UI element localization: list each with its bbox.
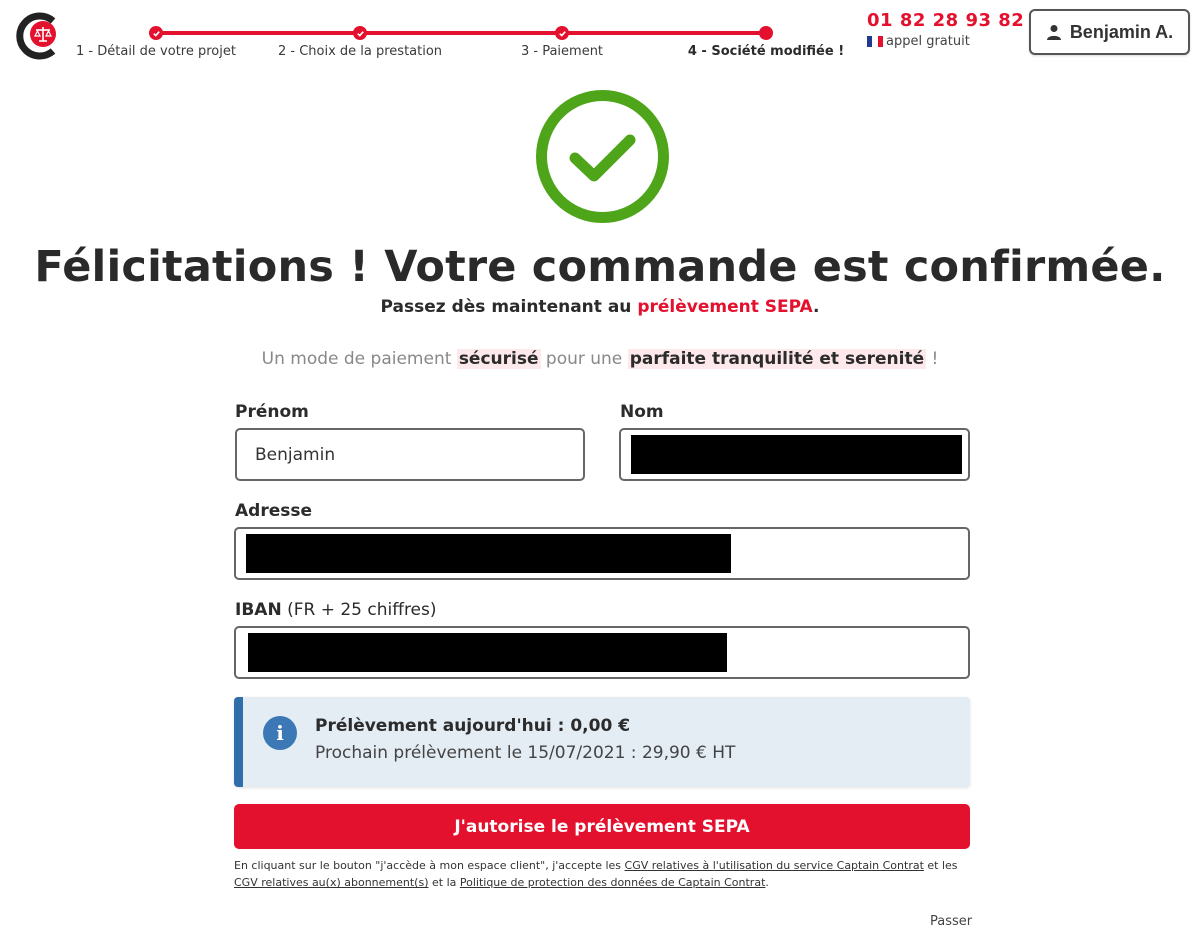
privacy-policy-link[interactable]: Politique de protection des données de C… xyxy=(460,876,766,889)
nom-label: Nom xyxy=(620,402,664,422)
step-2-done-icon xyxy=(353,26,367,40)
iban-label-text: IBAN xyxy=(235,600,282,620)
nom-redaction xyxy=(631,435,962,474)
step-1-label: 1 - Détail de votre projet xyxy=(76,44,236,59)
legal-text-3: et la xyxy=(428,876,460,889)
step-3-done-icon xyxy=(555,26,569,40)
step-3-label: 3 - Paiement xyxy=(520,44,604,59)
billing-today: Prélèvement aujourd'hui : 0,00 € xyxy=(315,716,631,736)
subtitle-prefix: Passez dès maintenant au xyxy=(380,297,638,317)
prenom-label: Prénom xyxy=(235,402,309,422)
subtitle-accent: prélèvement SEPA xyxy=(637,297,813,317)
info-icon: i xyxy=(263,716,297,750)
billing-info-box: i Prélèvement aujourd'hui : 0,00 € Proch… xyxy=(234,697,970,787)
step-2-label: 2 - Choix de la prestation xyxy=(277,44,443,59)
user-name: Benjamin A. xyxy=(1069,21,1174,42)
payment-tagline: Un mode de paiement sécurisé pour une pa… xyxy=(0,349,1200,369)
tagline-highlight-tranquility: parfaite tranquilité et serenité xyxy=(627,349,927,369)
success-check-icon xyxy=(534,88,671,225)
step-1-done-icon xyxy=(149,26,163,40)
cgv-subscription-link[interactable]: CGV relatives au(x) abonnement(s) xyxy=(234,876,429,889)
step-4-current-icon xyxy=(759,26,773,40)
phone-note: appel gratuit xyxy=(867,34,1024,49)
tagline-highlight-secure: sécurisé xyxy=(456,349,541,369)
cgv-service-link[interactable]: CGV relatives à l'utilisation du service… xyxy=(625,859,924,872)
prenom-input[interactable] xyxy=(235,428,585,481)
adresse-label: Adresse xyxy=(235,501,313,521)
phone-number[interactable]: 01 82 28 93 82 xyxy=(867,10,1024,31)
legal-text-1: En cliquant sur le bouton "j'accède à mo… xyxy=(234,859,625,872)
legal-text-2: et les xyxy=(923,859,958,872)
adresse-redaction xyxy=(246,534,731,573)
user-account-button[interactable]: Benjamin A. xyxy=(1029,9,1190,55)
legal-disclaimer: En cliquant sur le bouton "j'accède à mo… xyxy=(234,857,970,891)
progress-track xyxy=(156,31,766,35)
tagline-part-1: Un mode de paiement xyxy=(261,349,457,369)
page-title: Félicitations ! Votre commande est confi… xyxy=(34,242,1166,292)
billing-next: Prochain prélèvement le 15/07/2021 : 29,… xyxy=(315,743,736,763)
authorize-sepa-button[interactable]: J'autorise le prélèvement SEPA xyxy=(234,804,970,849)
iban-hint: (FR + 25 chiffres) xyxy=(281,600,437,620)
skip-link[interactable]: Passer xyxy=(930,914,972,929)
tagline-part-2: pour une xyxy=(540,349,628,369)
france-flag-icon xyxy=(867,36,883,47)
user-icon xyxy=(1046,25,1061,40)
captain-contrat-logo[interactable] xyxy=(14,12,62,60)
iban-redaction xyxy=(248,633,727,672)
subtitle-suffix: . xyxy=(812,297,820,317)
iban-label: IBAN (FR + 25 chiffres) xyxy=(235,600,437,620)
legal-text-4: . xyxy=(765,876,769,889)
tagline-part-3: ! xyxy=(926,349,939,369)
step-4-label: 4 - Société modifiée ! xyxy=(687,44,845,59)
order-progress-stepper: 1 - Détail de votre projet 2 - Choix de … xyxy=(76,18,844,68)
phone-contact: 01 82 28 93 82 appel gratuit xyxy=(867,10,1024,49)
page-subtitle: Passez dès maintenant au prélèvement SEP… xyxy=(0,297,1200,317)
phone-note-text: appel gratuit xyxy=(886,34,970,49)
